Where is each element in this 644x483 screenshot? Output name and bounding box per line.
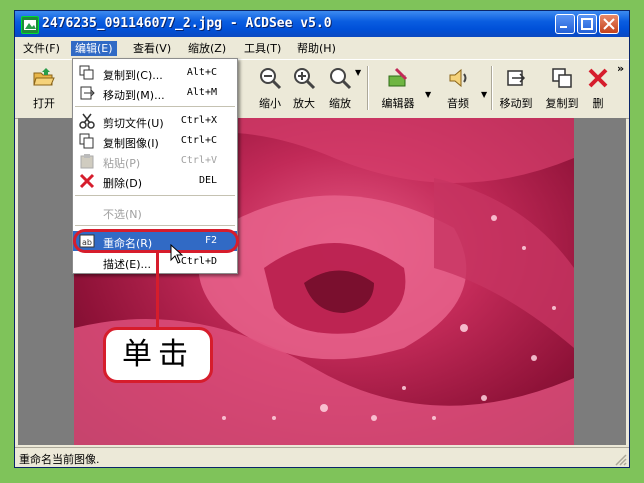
delete-label: 删 <box>592 97 604 110</box>
menu-separator <box>75 106 235 107</box>
zoom-out-icon <box>260 68 282 90</box>
rename-highlight-ring <box>73 229 239 253</box>
toolbar-overflow-chevron[interactable]: » <box>617 62 624 75</box>
editor-icon <box>388 67 408 87</box>
mouse-cursor-icon <box>170 244 184 264</box>
delete-icon <box>79 173 95 189</box>
zoom-icon <box>330 68 352 90</box>
minimize-button[interactable] <box>555 14 575 34</box>
menu-zoom[interactable]: 缩放(Z) <box>184 41 230 56</box>
audio-dropdown-arrow[interactable]: ▼ <box>481 90 487 99</box>
menu-edit[interactable]: 编辑(E) <box>71 41 117 56</box>
audio-button[interactable]: 音频 <box>435 62 481 114</box>
paste-icon <box>80 154 94 169</box>
menu-bar: 文件(F) 编辑(E) 查看(V) 缩放(Z) 工具(T) 帮助(H) <box>15 38 629 58</box>
zoom-in-icon <box>294 68 316 90</box>
zoom-dropdown-arrow[interactable]: ▼ <box>355 68 361 77</box>
menu-move-to[interactable]: 移动到(M)... Alt+M <box>73 83 237 103</box>
move-to-label: 移动到 <box>499 97 533 110</box>
scissors-icon <box>79 113 95 129</box>
minimize-icon <box>560 26 567 28</box>
move-to-button[interactable]: 移动到 <box>493 62 539 114</box>
menu-view[interactable]: 查看(V) <box>129 41 175 56</box>
move-to-icon <box>507 70 526 86</box>
menu-separator <box>75 225 235 226</box>
copy-to-icon <box>552 68 572 88</box>
delete-button[interactable]: 删 <box>583 62 613 114</box>
audio-label: 音频 <box>447 97 469 110</box>
zoom-label: 缩放 <box>329 97 351 110</box>
copy-to-button[interactable]: 复制到 <box>539 62 585 114</box>
menu-paste[interactable]: 粘贴(P) Ctrl+V <box>73 151 237 171</box>
close-icon <box>603 18 615 30</box>
close-button[interactable] <box>599 14 619 34</box>
menu-separator <box>75 195 235 196</box>
callout-text: 单击 <box>122 337 194 372</box>
resize-grip-icon[interactable] <box>615 454 627 466</box>
status-bar: 重命名当前图像. <box>15 447 629 467</box>
maximize-icon <box>581 18 593 30</box>
copy-icon <box>79 133 94 149</box>
menu-describe[interactable]: 描述(E)... Ctrl+D <box>73 252 237 272</box>
menu-tools[interactable]: 工具(T) <box>240 41 285 56</box>
speaker-icon <box>449 68 467 88</box>
editor-button[interactable]: 编辑器 <box>375 62 421 114</box>
maximize-button[interactable] <box>577 14 597 34</box>
move-to-icon <box>80 86 95 100</box>
menu-delete[interactable]: 删除(D) DEL <box>73 171 237 191</box>
menu-cut-file[interactable]: 剪切文件(U) Ctrl+X <box>73 111 237 131</box>
title-bar[interactable]: 2476235_091146077_2.jpg - ACDSee v5.0 <box>15 11 629 37</box>
menu-deselect[interactable]: 不选(N) <box>73 202 237 222</box>
click-callout: 单击 <box>103 327 213 383</box>
delete-icon <box>588 68 608 88</box>
open-button[interactable]: 打开 <box>21 62 67 114</box>
editor-label: 编辑器 <box>381 97 415 110</box>
menu-help[interactable]: 帮助(H) <box>293 41 340 56</box>
menu-copy-image[interactable]: 复制图像(I) Ctrl+C <box>73 131 237 151</box>
menu-copy-to[interactable]: 复制到(C)... Alt+C <box>73 63 237 83</box>
editor-dropdown-arrow[interactable]: ▼ <box>425 90 431 99</box>
menu-file[interactable]: 文件(F) <box>19 41 64 56</box>
toolbar-separator <box>367 66 369 110</box>
copy-to-label: 复制到 <box>545 97 579 110</box>
open-label: 打开 <box>33 97 55 110</box>
status-text: 重命名当前图像. <box>19 453 100 466</box>
open-folder-icon <box>33 68 55 86</box>
callout-pointer-line <box>156 252 159 328</box>
copy-to-icon <box>79 65 94 80</box>
window-title: 2476235_091146077_2.jpg - ACDSee v5.0 <box>42 16 332 31</box>
acdsee-app-icon <box>21 16 39 34</box>
